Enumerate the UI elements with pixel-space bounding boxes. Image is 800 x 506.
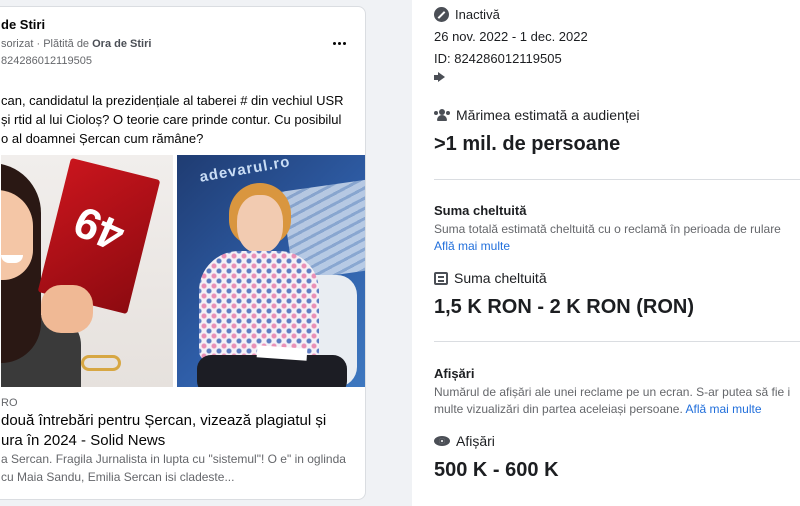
spend-description: Suma totală estimată cheltuită cu o recl… [434,222,781,253]
divider [434,341,800,342]
image-watermark: adevarul.ro [198,155,292,186]
date-range: 26 nov. 2022 - 1 dec. 2022 [434,29,588,44]
ad-id: ID: 824286012119505 [434,51,562,66]
audience-value: >1 mil. de persoane [434,133,621,155]
spend-title: Suma cheltuită [434,203,527,218]
megaphone-icon [434,72,446,82]
ad-meta-line: sorizat · Plătită de Ora de Stiri [1,38,152,50]
ad-image-right-photo: adevarul.ro [177,155,365,387]
link-title[interactable]: două întrebări pentru Șercan, vizează pl… [1,411,351,451]
money-icon [434,271,448,285]
link-description: a Sercan. Fragila Jurnalista in lupta cu… [1,452,346,484]
ad-library-id: 824286012119505 [1,55,92,67]
spend-value: 1,5 K RON - 2 K RON (RON) [434,296,695,318]
ad-image[interactable]: 49 adevarul.ro [1,155,365,387]
audience-heading: Mărimea estimată a audienței [434,107,640,123]
impressions-value: 500 K - 600 K [434,459,559,481]
ad-details-panel: Inactivă 26 nov. 2022 - 1 dec. 2022 ID: … [412,0,800,506]
ad-image-left-photo: 49 [1,155,173,387]
paid-by-name[interactable]: Ora de Stiri [92,38,151,50]
more-icon [332,41,336,45]
impressions-learn-more-link[interactable]: Află mai multe [685,402,761,416]
impressions-description: Numărul de afișări ale unei reclame pe u… [434,385,791,416]
status-text: Inactivă [455,7,500,22]
spend-learn-more-link[interactable]: Află mai multe [434,239,510,253]
impressions-title: Afișări [434,366,475,381]
sponsored-label: sorizat [1,38,34,50]
impressions-heading: Afișări [434,433,495,449]
page-name[interactable]: de Stiri [1,17,45,32]
ad-body-text: can, candidatul la prezidențiale al tabe… [1,93,344,146]
paid-by-prefix: Plătită de [43,38,90,50]
ban-icon [434,7,449,22]
people-icon [434,109,450,121]
ad-preview-card: de Stiri sorizat · Plătită de Ora de Sti… [0,6,366,500]
link-domain: RO [1,397,18,409]
status-row: Inactivă [434,7,500,22]
divider [434,179,800,180]
eye-icon [434,436,450,446]
more-options-button[interactable] [329,35,349,51]
spend-heading: Suma cheltuită [434,270,547,286]
